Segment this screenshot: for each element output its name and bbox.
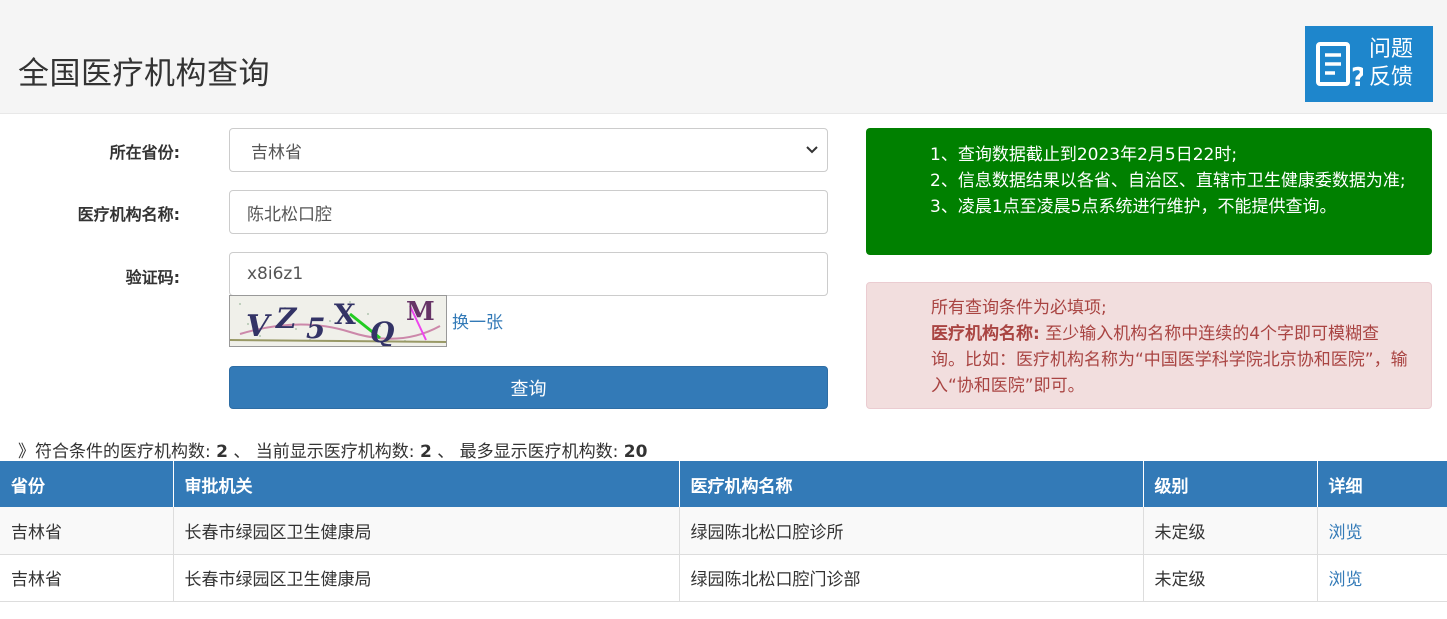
org-name-input-value: 陈北松口腔 <box>247 204 332 225</box>
chevron-down-icon <box>806 146 818 154</box>
cell-name: 绿园陈北松口腔诊所 <box>679 507 1144 555</box>
summary-prefix: 》符合条件的医疗机构数: <box>18 442 211 462</box>
feedback-label-2: 反馈 <box>1369 65 1414 90</box>
table-row: 吉林省 长春市绿园区卫生健康局 绿园陈北松口腔门诊部 未定级 浏览 <box>0 554 1447 602</box>
table-row: 吉林省 长春市绿园区卫生健康局 绿园陈北松口腔诊所 未定级 浏览 <box>0 507 1447 555</box>
feedback-doc-icon: ? <box>1316 42 1363 92</box>
cell-level: 未定级 <box>1143 554 1318 602</box>
feedback-label-1: 问题 <box>1369 37 1414 62</box>
col-header-level: 级别 <box>1143 461 1318 507</box>
table-header-row: 省份 审批机关 医疗机构名称 级别 详细 <box>0 461 1447 507</box>
captcha-input[interactable]: x8i6z1 <box>229 252 828 296</box>
org-name-input[interactable]: 陈北松口腔 <box>229 190 828 234</box>
matched-count: 2 <box>216 442 228 462</box>
results-table: 省份 审批机关 医疗机构名称 级别 详细 吉林省 长春市绿园区卫生健康局 绿园陈… <box>0 461 1447 602</box>
info-notice: 1、查询数据截止到2023年2月5日22时; 2、信息数据结果以各省、自治区、直… <box>866 128 1432 255</box>
cell-name: 绿园陈北松口腔门诊部 <box>679 554 1144 602</box>
captcha-char: 5 <box>306 312 325 345</box>
col-header-province: 省份 <box>0 461 174 507</box>
col-header-detail: 详细 <box>1317 461 1447 507</box>
cell-province: 吉林省 <box>0 554 174 602</box>
warning-line-1: 所有查询条件为必填项; <box>931 298 1107 318</box>
max-count: 20 <box>623 442 648 462</box>
summary-sep-1: 、 当前显示医疗机构数: <box>233 442 415 462</box>
view-detail-link[interactable]: 浏览 <box>1329 570 1363 590</box>
warning-notice: 所有查询条件为必填项; 医疗机构名称: 至少输入机构名称中连续的4个字即可模糊查… <box>866 282 1432 409</box>
captcha-char: Q <box>370 316 394 346</box>
captcha-char: X <box>334 298 356 331</box>
captcha-label: 验证码: <box>125 268 180 287</box>
feedback-button[interactable]: ? 问题 反馈 <box>1305 26 1433 102</box>
warning-bold-label: 医疗机构名称: <box>931 324 1040 344</box>
svg-text:?: ? <box>1351 63 1363 92</box>
cell-authority: 长春市绿园区卫生健康局 <box>173 554 680 602</box>
view-detail-link[interactable]: 浏览 <box>1329 523 1363 543</box>
province-select-value: 吉林省 <box>251 142 302 163</box>
info-line-2: 2、信息数据结果以各省、自治区、直辖市卫生健康委数据为准; <box>930 171 1406 191</box>
query-button[interactable]: 查询 <box>229 366 828 409</box>
captcha-input-value: x8i6z1 <box>247 264 304 284</box>
col-header-name: 医疗机构名称 <box>679 461 1144 507</box>
cell-province: 吉林省 <box>0 507 174 555</box>
captcha-char: V <box>246 309 272 344</box>
summary-sep-2: 、 最多显示医疗机构数: <box>437 442 619 462</box>
col-header-authority: 审批机关 <box>173 461 680 507</box>
province-label: 所在省份: <box>109 143 180 162</box>
cell-level: 未定级 <box>1143 507 1318 555</box>
page-header: 全国医疗机构查询 ? 问题 反馈 <box>0 0 1447 114</box>
info-line-1: 1、查询数据截止到2023年2月5日22时; <box>930 145 1238 165</box>
shown-count: 2 <box>419 442 432 462</box>
cell-authority: 长春市绿园区卫生健康局 <box>173 507 680 555</box>
captcha-char: Z <box>275 302 298 335</box>
result-summary: 》符合条件的医疗机构数: 2 、 当前显示医疗机构数: 2 、 最多显示医疗机构… <box>18 437 647 462</box>
info-line-3: 3、凌晨1点至凌晨5点系统进行维护，不能提供查询。 <box>930 197 1337 217</box>
captcha-refresh-link[interactable]: 换一张 <box>452 308 503 333</box>
captcha-image[interactable]: V Z 5 X Q M <box>229 295 447 347</box>
province-select[interactable]: 吉林省 <box>229 128 828 172</box>
captcha-char: M <box>406 297 435 327</box>
org-name-label: 医疗机构名称: <box>77 205 180 224</box>
page-title: 全国医疗机构查询 <box>18 56 270 92</box>
